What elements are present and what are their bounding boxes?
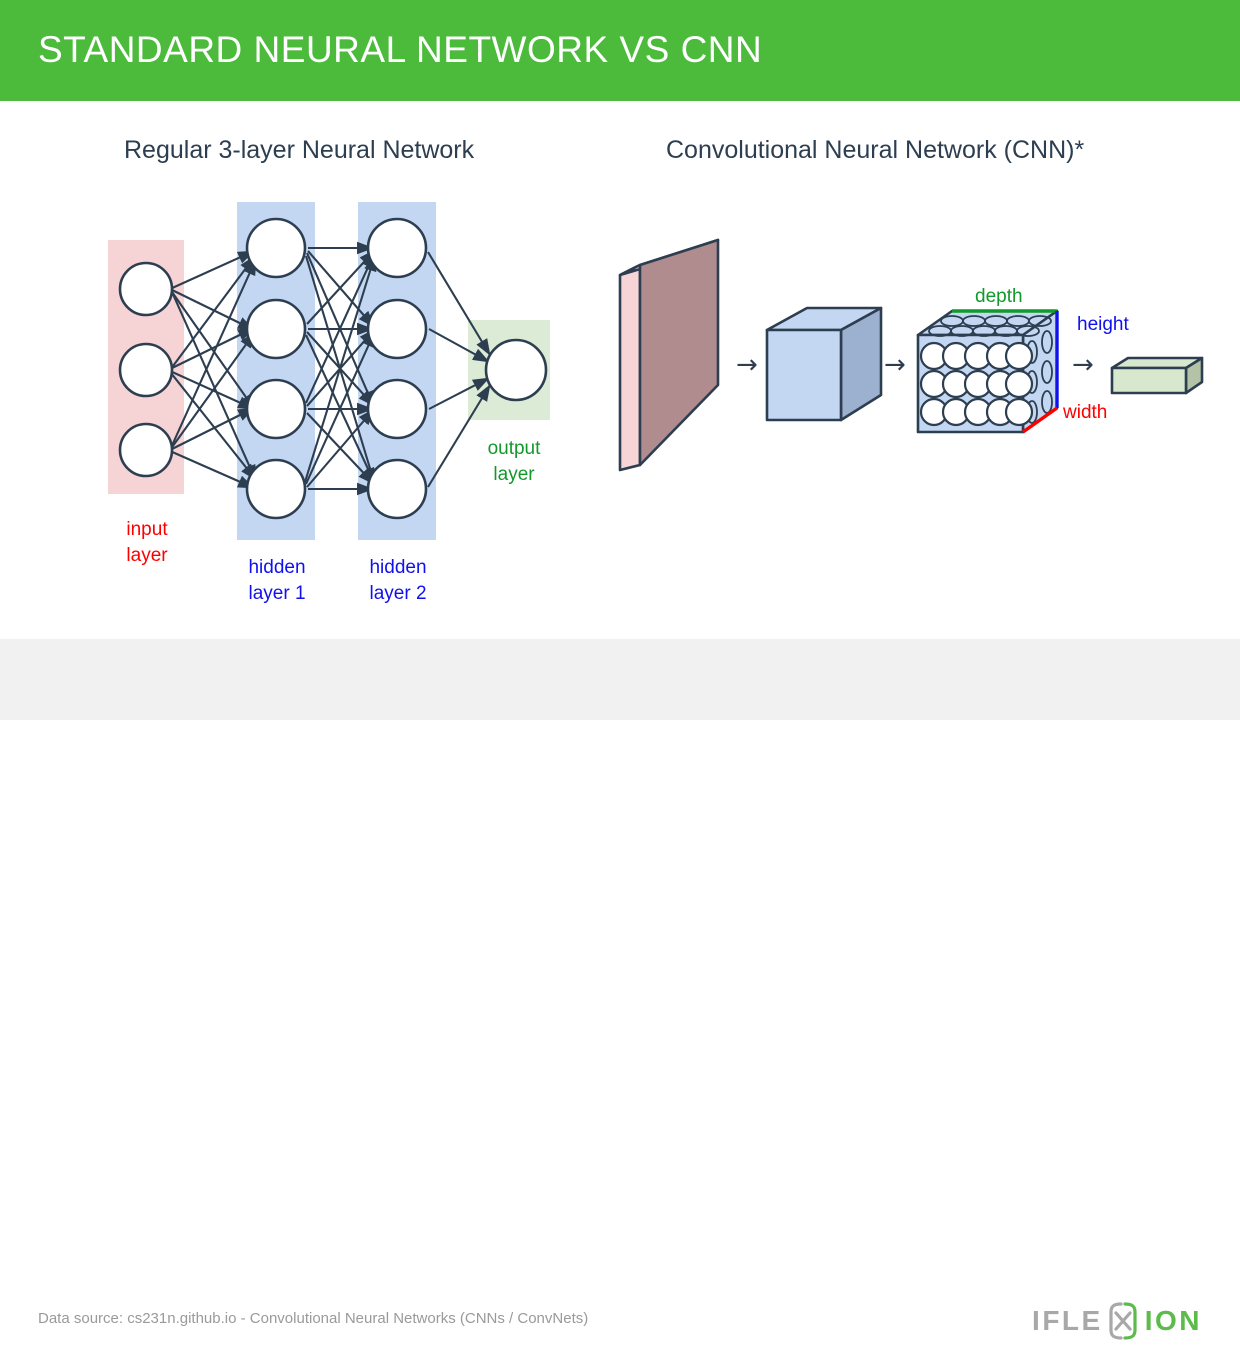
hidden-layer-1-label: hidden layer 1 <box>248 557 306 604</box>
width-label: width <box>1063 402 1108 423</box>
output-layer-label: output layer <box>487 438 541 485</box>
height-label: height <box>1077 314 1129 335</box>
cnn-conv-cube <box>765 306 883 422</box>
cnn-arrow-3: → <box>1072 350 1094 380</box>
cnn-input-slab <box>618 238 720 472</box>
neural-network-edges <box>118 217 548 520</box>
cnn-diagram <box>618 238 1204 472</box>
iflexion-logo: IFLE ION <box>1032 1301 1202 1341</box>
depth-label: depth <box>975 286 1023 307</box>
cnn-output-bar <box>1110 356 1204 395</box>
cnn-arrow-2: → <box>884 350 906 380</box>
input-layer-label: input layer <box>126 519 168 566</box>
logo-text-right: ION <box>1144 1305 1202 1336</box>
logo-text-left: IFLE <box>1032 1305 1103 1336</box>
data-source-text: Data source: cs231n.github.io - Convolut… <box>38 1310 589 1327</box>
cnn-arrow-1: → <box>736 350 758 380</box>
logo-x-symbol <box>1103 1301 1143 1341</box>
right-panel-title: Convolutional Neural Network (CNN)* <box>666 136 1085 164</box>
cnn-neuron-cube <box>916 309 1059 434</box>
page-footer: Data source: cs231n.github.io - Convolut… <box>0 639 1240 1340</box>
hidden-layer-2-label: hidden layer 2 <box>369 557 427 604</box>
neural-network-diagram: input layer hidden layer 1 hidden layer … <box>0 0 620 720</box>
